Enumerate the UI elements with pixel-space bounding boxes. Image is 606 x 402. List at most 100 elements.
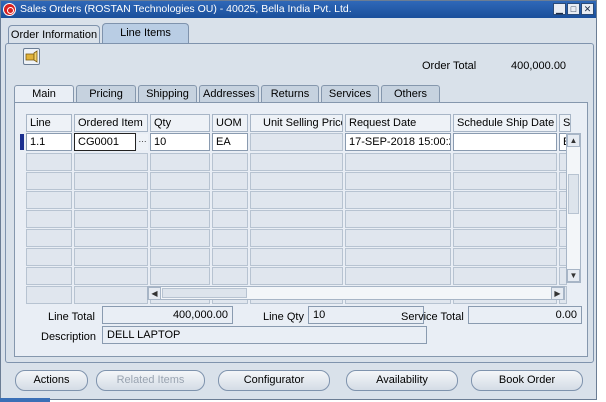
column-header-s: S (559, 114, 571, 132)
empty-table-cell[interactable] (26, 172, 72, 190)
description-label: Description (41, 331, 97, 343)
empty-table-cell[interactable] (212, 229, 248, 247)
sales-orders-window: Sales Orders (ROSTAN Technologies OU) - … (0, 0, 597, 400)
vertical-scroll-thumb[interactable] (568, 174, 579, 214)
empty-table-cell[interactable] (26, 248, 72, 266)
subtab-pricing[interactable]: Pricing (76, 85, 136, 103)
cell-line[interactable]: 1.1 (26, 133, 72, 151)
empty-table-cell[interactable] (150, 248, 210, 266)
empty-table-cell[interactable] (150, 153, 210, 171)
empty-table-cell[interactable] (74, 153, 148, 171)
minimize-button[interactable]: ▁ (553, 3, 566, 15)
empty-table-cell[interactable] (453, 172, 557, 190)
empty-table-cell[interactable] (212, 191, 248, 209)
empty-table-cell[interactable] (26, 191, 72, 209)
empty-table-cell[interactable] (212, 210, 248, 228)
service-total-field[interactable]: 0.00 (468, 306, 582, 324)
empty-table-cell[interactable] (453, 267, 557, 285)
availability-button[interactable]: Availability (346, 370, 458, 391)
empty-table-cell[interactable] (250, 153, 343, 171)
empty-table-cell[interactable] (250, 248, 343, 266)
empty-table-cell[interactable] (453, 153, 557, 171)
scroll-left-arrow[interactable]: ◀ (148, 287, 161, 300)
subtab-others[interactable]: Others (381, 85, 440, 103)
empty-table-cell[interactable] (212, 267, 248, 285)
empty-table-cell[interactable] (345, 172, 451, 190)
current-row-indicator (20, 134, 24, 150)
scroll-down-arrow[interactable]: ▼ (567, 269, 580, 282)
close-button[interactable]: ✕ (581, 3, 594, 15)
empty-table-cell[interactable] (345, 210, 451, 228)
empty-table-cell[interactable] (250, 210, 343, 228)
empty-table-cell[interactable] (150, 267, 210, 285)
cell-request-date[interactable]: 17-SEP-2018 15:00:20 (345, 133, 451, 151)
empty-table-cell[interactable] (250, 172, 343, 190)
book-order-button[interactable]: Book Order (471, 370, 583, 391)
empty-table-cell[interactable] (150, 229, 210, 247)
horizontal-scrollbar[interactable]: ◀ ▶ (147, 286, 565, 300)
empty-table-cell[interactable] (150, 210, 210, 228)
vertical-scrollbar[interactable]: ▲ ▼ (566, 133, 581, 283)
line-total-field[interactable]: 400,000.00 (102, 306, 233, 324)
cell-schedule-ship-date[interactable] (453, 133, 557, 151)
empty-table-cell[interactable] (453, 191, 557, 209)
empty-table-cell[interactable] (345, 153, 451, 171)
empty-table-cell[interactable] (26, 229, 72, 247)
empty-table-cell[interactable] (250, 229, 343, 247)
empty-table-cell[interactable] (345, 267, 451, 285)
empty-table-cell[interactable] (150, 172, 210, 190)
horizontal-scroll-thumb[interactable] (162, 288, 247, 298)
empty-table-cell[interactable] (212, 248, 248, 266)
column-header-uom: UOM (212, 114, 248, 132)
empty-table-cell[interactable] (26, 153, 72, 171)
order-total-value: 400,000.00 (511, 60, 567, 72)
empty-table-cell[interactable] (74, 210, 148, 228)
line-total-label: Line Total (48, 311, 95, 323)
empty-table-cell[interactable] (26, 286, 72, 304)
empty-table-cell[interactable] (453, 248, 557, 266)
cell-unit-selling-price[interactable] (250, 133, 343, 151)
maximize-button[interactable]: □ (567, 3, 580, 15)
subtab-main[interactable]: Main (14, 85, 74, 103)
subtab-shipping[interactable]: Shipping (138, 85, 197, 103)
flashlight-icon[interactable] (23, 48, 40, 65)
empty-table-cell[interactable] (250, 267, 343, 285)
cell-qty[interactable]: 10 (150, 133, 210, 151)
cell-ordered-item[interactable]: CG0001 (74, 133, 136, 151)
subtab-addresses[interactable]: Addresses (199, 85, 259, 103)
column-header-qty: Qty (150, 114, 210, 132)
configurator-button[interactable]: Configurator (218, 370, 330, 391)
related-items-button[interactable]: Related Items (96, 370, 205, 391)
taskbar-strip (0, 398, 50, 402)
actions-button[interactable]: Actions (15, 370, 88, 391)
empty-table-cell[interactable] (345, 229, 451, 247)
cell-uom[interactable]: EA (212, 133, 248, 151)
description-field[interactable]: DELL LAPTOP (102, 326, 427, 344)
scroll-up-arrow[interactable]: ▲ (567, 134, 580, 147)
title-bar[interactable]: Sales Orders (ROSTAN Technologies OU) - … (1, 1, 596, 18)
empty-table-cell[interactable] (74, 172, 148, 190)
empty-table-cell[interactable] (74, 286, 148, 304)
empty-table-cell[interactable] (74, 191, 148, 209)
empty-table-cell[interactable] (250, 191, 343, 209)
empty-table-cell[interactable] (212, 153, 248, 171)
ordered-item-lov-button[interactable]: ··· (137, 134, 148, 150)
empty-table-cell[interactable] (74, 229, 148, 247)
empty-table-cell[interactable] (453, 229, 557, 247)
tab-line-items[interactable]: Line Items (102, 23, 189, 44)
tab-order-information[interactable]: Order Information (8, 25, 100, 44)
empty-table-cell[interactable] (212, 172, 248, 190)
empty-table-cell[interactable] (74, 248, 148, 266)
empty-table-cell[interactable] (345, 191, 451, 209)
subtab-returns[interactable]: Returns (261, 85, 319, 103)
empty-table-cell[interactable] (26, 210, 72, 228)
empty-table-cell[interactable] (150, 191, 210, 209)
column-header-schedule-ship-date: Schedule Ship Date (453, 114, 557, 132)
empty-table-cell[interactable] (453, 210, 557, 228)
oracle-app-icon (3, 3, 16, 16)
empty-table-cell[interactable] (345, 248, 451, 266)
scroll-right-arrow[interactable]: ▶ (551, 287, 564, 300)
subtab-services[interactable]: Services (321, 85, 379, 103)
empty-table-cell[interactable] (26, 267, 72, 285)
empty-table-cell[interactable] (74, 267, 148, 285)
